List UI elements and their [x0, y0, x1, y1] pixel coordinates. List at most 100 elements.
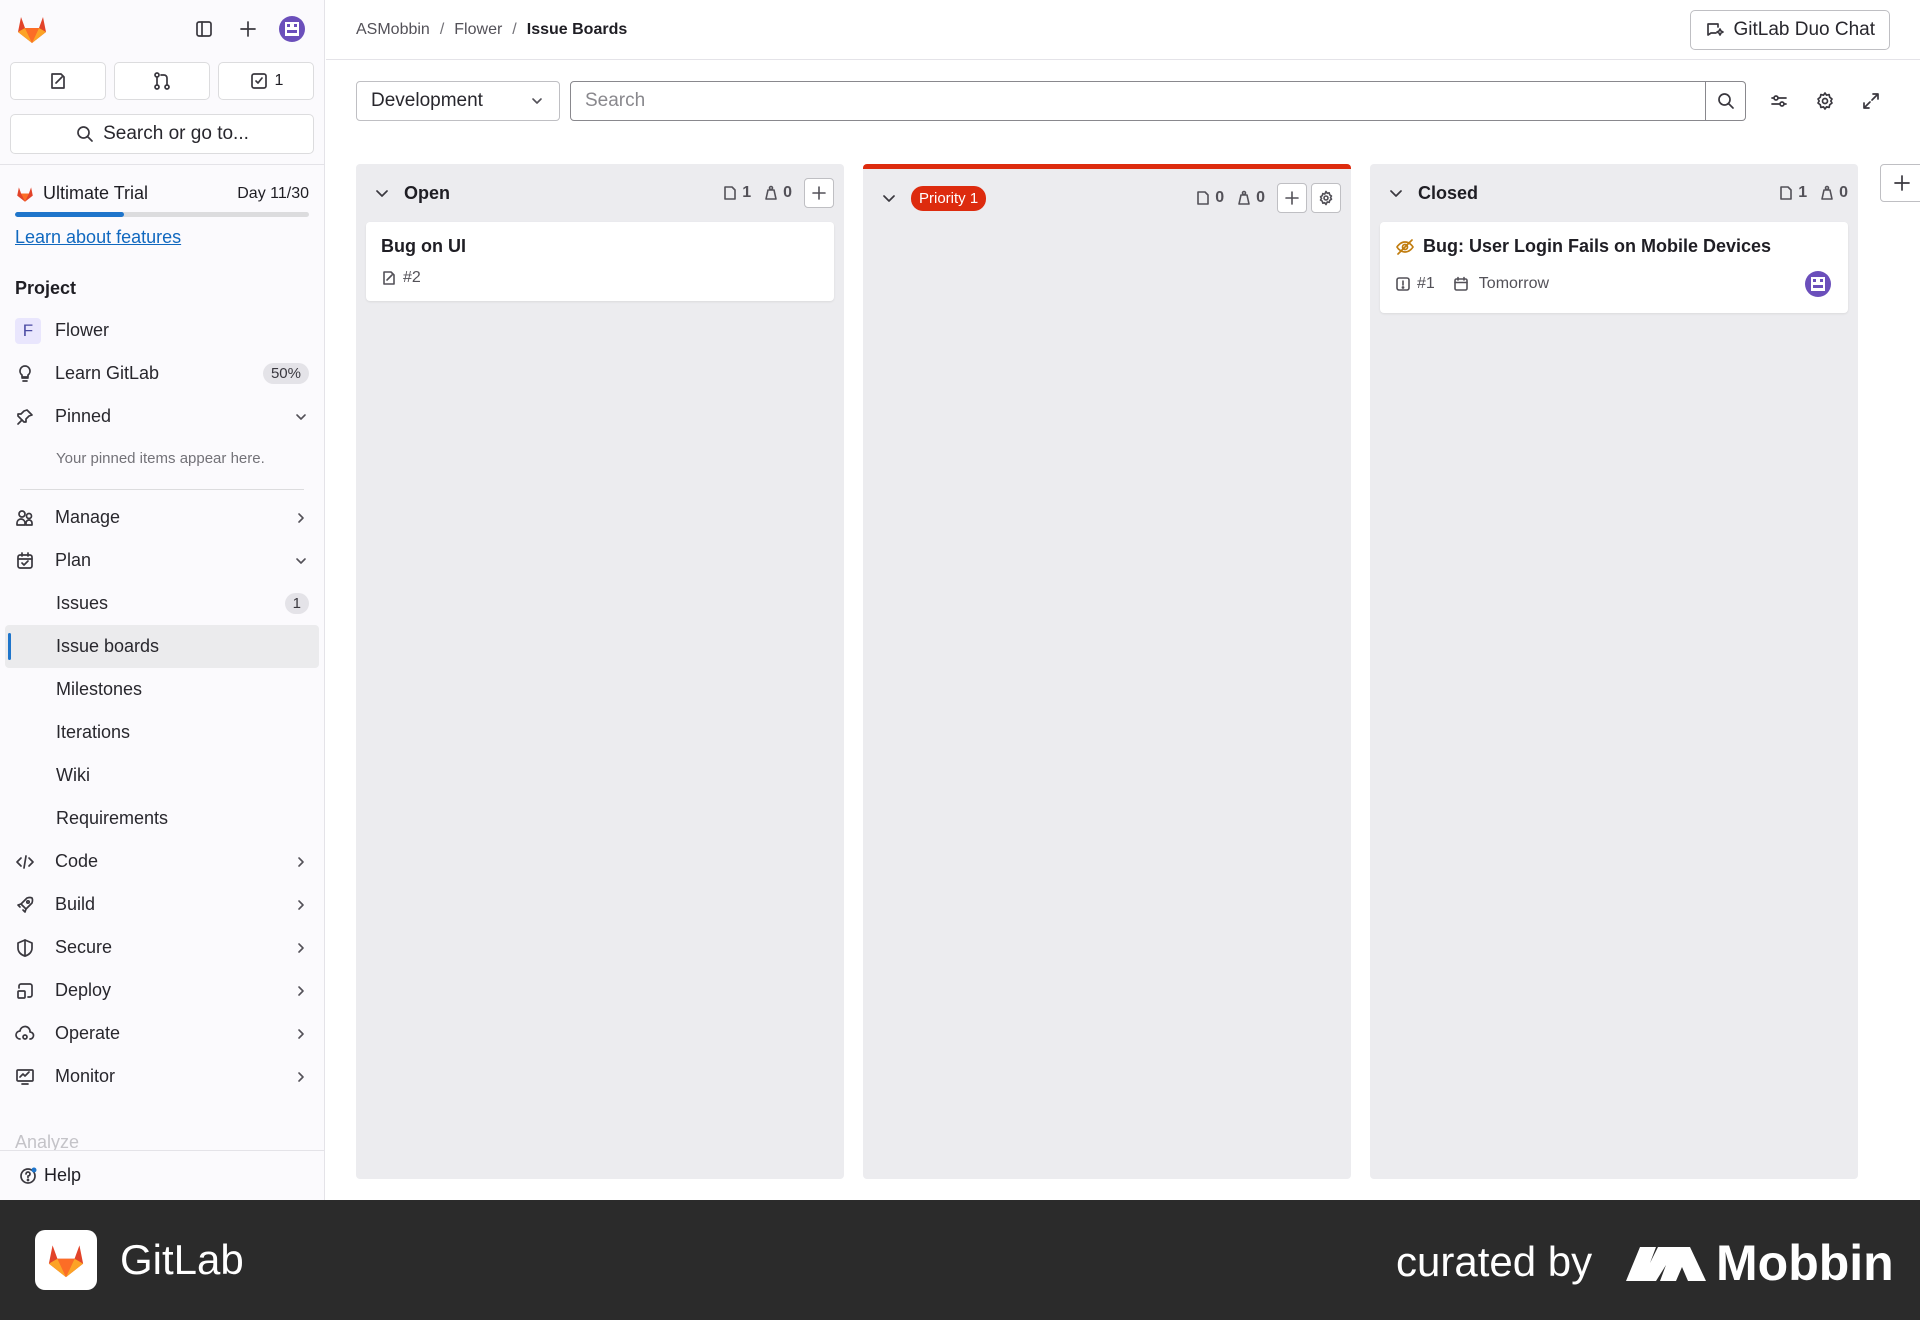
chevron-right-icon: [293, 854, 309, 870]
list-counts: 1 0: [1770, 184, 1848, 202]
add-issue-button[interactable]: [1277, 183, 1307, 213]
sidebar-item-build[interactable]: Build: [0, 883, 324, 926]
trial-logo-icon: [15, 184, 35, 204]
monitor-icon: [15, 1067, 41, 1087]
list-header: Priority 1 0 0: [863, 169, 1351, 227]
board-filter-bar: Development Search: [356, 81, 1896, 121]
view-options-button[interactable]: [1756, 81, 1802, 121]
trial-day: Day 11/30: [237, 184, 309, 202]
board-selector-dropdown[interactable]: Development: [356, 81, 560, 121]
todos-tab[interactable]: 1: [218, 62, 314, 100]
sidebar-item-iterations[interactable]: Iterations: [0, 711, 324, 754]
milestones-label: Milestones: [56, 679, 143, 699]
collapse-chevron-icon[interactable]: [1386, 183, 1406, 203]
rocket-icon: [15, 895, 41, 915]
trial-widget: Ultimate Trial Day 11/30 Learn about fea…: [0, 165, 324, 248]
issues-icon: [48, 71, 68, 91]
sidebar-item-issue-boards[interactable]: Issue boards: [5, 625, 319, 668]
sidebar-item-wiki[interactable]: Wiki: [0, 754, 324, 797]
sidebar-item-plan[interactable]: Plan: [0, 539, 324, 582]
sidebar-item-milestones[interactable]: Milestones: [0, 668, 324, 711]
collapse-chevron-icon[interactable]: [372, 183, 392, 203]
issue-card[interactable]: Bug: User Login Fails on Mobile Devices …: [1380, 222, 1848, 313]
sidebar-toggle-icon[interactable]: [186, 11, 222, 47]
help-button[interactable]: Help: [0, 1150, 324, 1200]
issue-title[interactable]: Bug on UI: [381, 236, 466, 257]
learn-gitlab-item[interactable]: Learn GitLab 50%: [0, 352, 324, 395]
sidebar-item-operate[interactable]: Operate: [0, 1012, 324, 1055]
board-list-closed: Closed 1 0 Bug: User Login Fails on Mobi…: [1370, 164, 1858, 1179]
plus-icon: [811, 185, 827, 201]
breadcrumb: ASMobbin / Flower / Issue Boards GitLab …: [326, 0, 1920, 60]
weight-count: 0: [1256, 189, 1265, 206]
board-settings-button[interactable]: [1802, 81, 1848, 121]
breadcrumb-current[interactable]: Issue Boards: [527, 21, 627, 39]
issue-count: 0: [1215, 189, 1225, 206]
duo-chat-label: GitLab Duo Chat: [1733, 19, 1875, 40]
issues-label: Issues: [56, 593, 109, 613]
gitlab-logo-icon[interactable]: [14, 11, 50, 47]
trial-label: Ultimate Trial: [43, 183, 149, 203]
breadcrumb-project[interactable]: Flower: [454, 21, 502, 39]
lightbulb-icon: [15, 364, 41, 384]
list-title: Open: [404, 182, 451, 203]
duo-chat-icon: [1705, 20, 1725, 40]
list-settings-button[interactable]: [1311, 183, 1341, 213]
issues-icon: [1195, 190, 1211, 206]
priority-label-badge[interactable]: Priority 1: [911, 185, 987, 211]
footer-app-name: GitLab: [120, 1236, 244, 1283]
pinned-empty-note: Your pinned items appear here.: [56, 450, 265, 467]
issues-tab[interactable]: [10, 62, 106, 100]
issue-boards-label: Issue boards: [56, 636, 160, 656]
code-label: Code: [55, 851, 99, 871]
project-section-title: Project: [15, 278, 77, 298]
issue-count: 1: [742, 184, 752, 201]
sidebar-item-monitor[interactable]: Monitor: [0, 1055, 324, 1098]
sidebar-item-manage[interactable]: Manage: [0, 496, 324, 539]
search-placeholder: Search: [585, 90, 646, 111]
issue-reference: #1: [1417, 275, 1435, 292]
calendar-icon: [1453, 276, 1469, 292]
help-icon: [18, 1166, 38, 1186]
collapse-chevron-icon[interactable]: [879, 188, 899, 208]
add-issue-button[interactable]: [804, 178, 834, 208]
create-new-icon[interactable]: [230, 11, 266, 47]
calendar-icon: [15, 551, 41, 571]
chevron-down-icon: [293, 409, 309, 425]
sidebar-item-requirements[interactable]: Requirements: [0, 797, 324, 840]
sidebar-item-secure[interactable]: Secure: [0, 926, 324, 969]
board-search-input[interactable]: Search: [570, 81, 1706, 121]
list-header: Closed 1 0: [1370, 164, 1858, 222]
issue-card[interactable]: Bug on UI #2: [366, 222, 834, 301]
mobbin-logo: Mobbin: [1626, 1234, 1894, 1292]
learn-about-features-link[interactable]: Learn about features: [15, 227, 309, 248]
build-label: Build: [55, 894, 96, 914]
deploy-icon: [15, 981, 41, 1001]
sidebar-item-code[interactable]: Code: [0, 840, 324, 883]
assignee-avatar[interactable]: [1803, 269, 1833, 299]
todo-icon: [249, 71, 269, 91]
breadcrumb-namespace[interactable]: ASMobbin: [356, 21, 430, 39]
eye-slash-icon: [1395, 237, 1415, 257]
board-search-button[interactable]: [1706, 81, 1746, 121]
sidebar-item-issues[interactable]: Issues 1: [0, 582, 324, 625]
merge-request-icon: [152, 71, 172, 91]
sidebar-item-deploy[interactable]: Deploy: [0, 969, 324, 1012]
add-list-button[interactable]: [1880, 164, 1920, 202]
board-list-open: Open 1 0 Bug on UI #2: [356, 164, 844, 1179]
search-button[interactable]: Search or go to...: [10, 114, 314, 154]
project-flower[interactable]: F Flower: [0, 309, 324, 352]
gitlab-app-logo-icon: [35, 1230, 97, 1290]
search-icon: [75, 124, 95, 144]
fullscreen-button[interactable]: [1848, 81, 1894, 121]
shield-icon: [15, 938, 41, 958]
merge-requests-tab[interactable]: [114, 62, 210, 100]
gear-icon: [1318, 190, 1334, 206]
issue-title[interactable]: Bug: User Login Fails on Mobile Devices: [1423, 236, 1771, 257]
code-icon: [15, 852, 41, 872]
pin-icon: [15, 407, 41, 427]
pinned-section[interactable]: Pinned: [0, 395, 324, 438]
gitlab-duo-chat-button[interactable]: GitLab Duo Chat: [1690, 10, 1890, 50]
user-avatar[interactable]: [274, 11, 310, 47]
learn-gitlab-label: Learn GitLab: [55, 363, 160, 383]
